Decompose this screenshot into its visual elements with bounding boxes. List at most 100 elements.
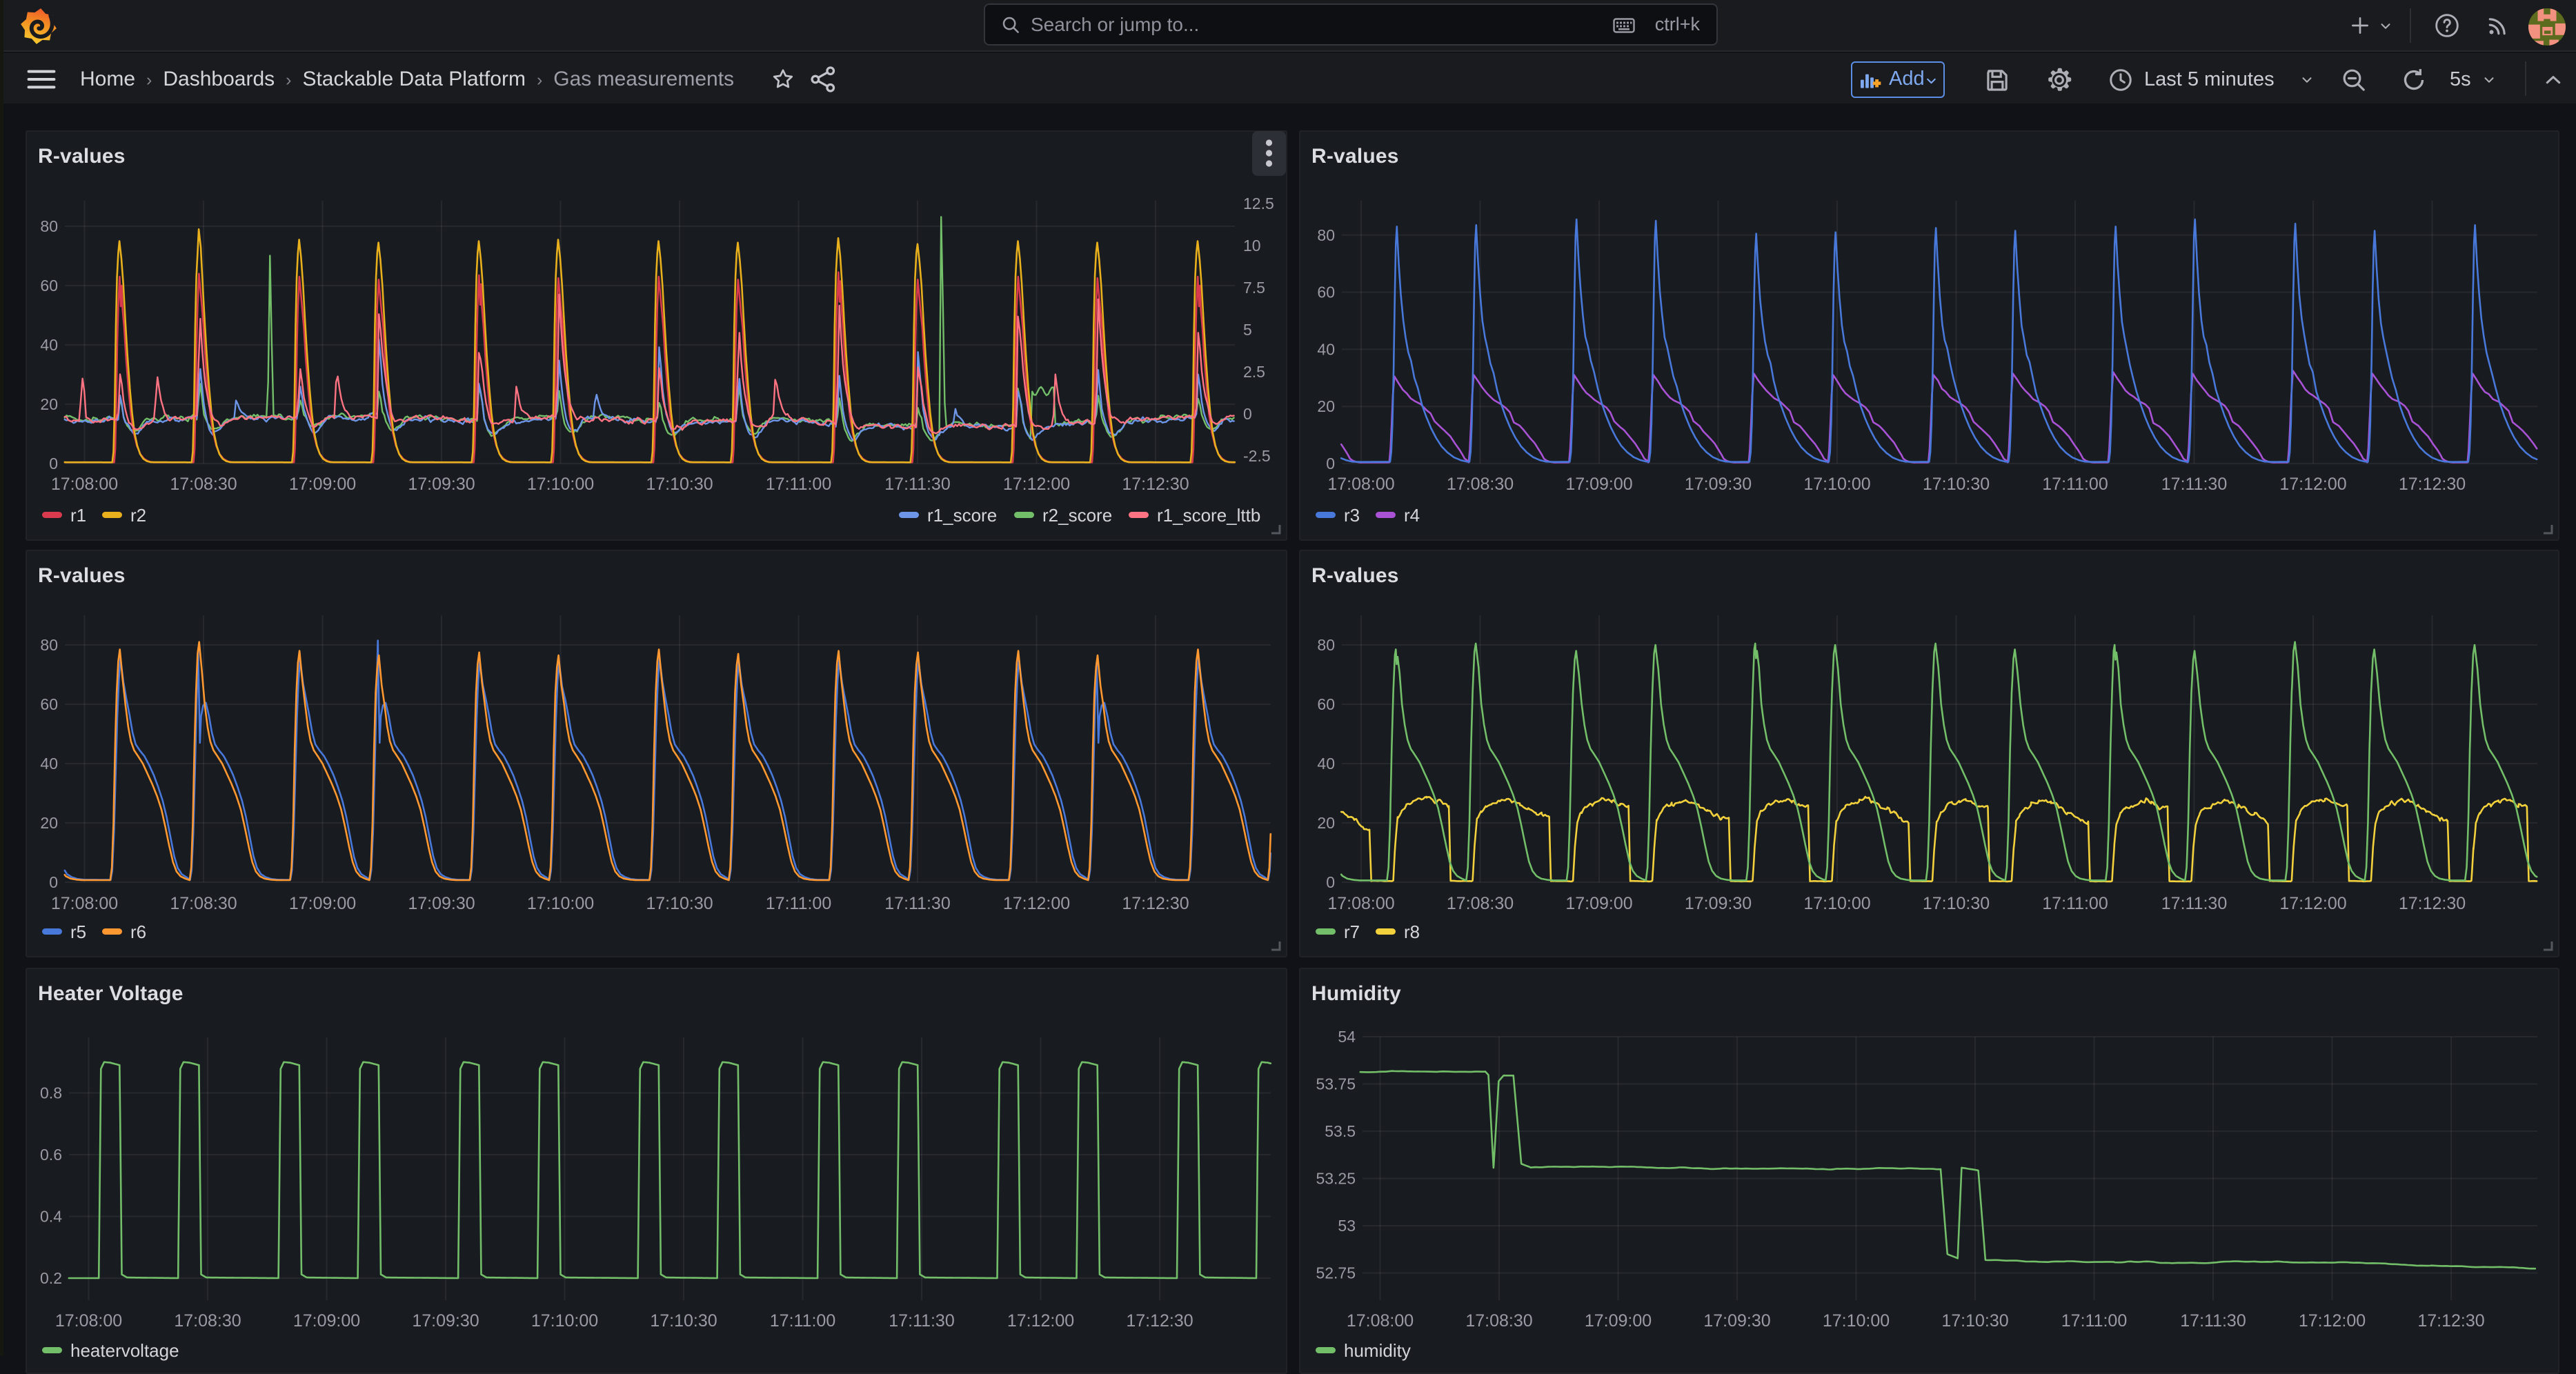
svg-text:17:12:00: 17:12:00 bbox=[2299, 1311, 2366, 1331]
svg-text:17:08:30: 17:08:30 bbox=[1447, 475, 1514, 494]
svg-text:0: 0 bbox=[1243, 405, 1252, 423]
svg-text:54: 54 bbox=[1338, 1028, 1356, 1046]
svg-text:r4: r4 bbox=[1404, 505, 1420, 526]
svg-text:5: 5 bbox=[1243, 321, 1252, 339]
svg-text:17:12:30: 17:12:30 bbox=[2399, 475, 2466, 494]
svg-text:17:10:30: 17:10:30 bbox=[1923, 894, 1990, 913]
svg-text:17:10:30: 17:10:30 bbox=[646, 894, 713, 913]
svg-text:17:08:00: 17:08:00 bbox=[1347, 1311, 1414, 1331]
svg-text:17:12:30: 17:12:30 bbox=[1126, 1311, 1193, 1331]
svg-text:17:12:30: 17:12:30 bbox=[1122, 894, 1189, 913]
svg-text:17:10:30: 17:10:30 bbox=[650, 1311, 717, 1331]
svg-text:17:09:30: 17:09:30 bbox=[412, 1311, 479, 1331]
svg-text:-2.5: -2.5 bbox=[1243, 447, 1271, 465]
svg-text:17:09:30: 17:09:30 bbox=[1703, 1311, 1770, 1331]
svg-text:53.75: 53.75 bbox=[1316, 1075, 1356, 1093]
svg-text:r7: r7 bbox=[1344, 922, 1360, 942]
svg-text:17:09:30: 17:09:30 bbox=[1685, 475, 1752, 494]
svg-text:humidity: humidity bbox=[1344, 1340, 1411, 1361]
svg-text:17:10:30: 17:10:30 bbox=[646, 475, 713, 494]
svg-text:40: 40 bbox=[1317, 755, 1335, 773]
svg-text:17:09:30: 17:09:30 bbox=[408, 475, 475, 494]
svg-text:r1: r1 bbox=[70, 505, 86, 526]
svg-text:r5: r5 bbox=[70, 922, 86, 942]
svg-text:17:11:00: 17:11:00 bbox=[2042, 475, 2108, 494]
svg-text:40: 40 bbox=[1317, 340, 1335, 358]
svg-text:0: 0 bbox=[49, 455, 58, 472]
svg-text:0.4: 0.4 bbox=[40, 1208, 62, 1226]
svg-text:12.5: 12.5 bbox=[1243, 195, 1274, 212]
svg-text:17:12:30: 17:12:30 bbox=[2399, 894, 2466, 913]
svg-text:17:08:00: 17:08:00 bbox=[51, 894, 118, 913]
svg-text:17:10:30: 17:10:30 bbox=[1941, 1311, 2008, 1331]
svg-text:0: 0 bbox=[1326, 455, 1335, 472]
svg-text:52.75: 52.75 bbox=[1316, 1264, 1356, 1282]
svg-text:17:11:30: 17:11:30 bbox=[889, 1311, 954, 1331]
svg-text:20: 20 bbox=[1317, 814, 1335, 832]
svg-text:17:08:00: 17:08:00 bbox=[1327, 894, 1394, 913]
svg-text:17:08:30: 17:08:30 bbox=[170, 894, 237, 913]
svg-text:17:12:00: 17:12:00 bbox=[1007, 1311, 1074, 1331]
svg-text:53: 53 bbox=[1338, 1217, 1356, 1235]
svg-text:2.5: 2.5 bbox=[1243, 363, 1265, 381]
svg-text:17:09:30: 17:09:30 bbox=[1685, 894, 1752, 913]
svg-text:17:08:00: 17:08:00 bbox=[55, 1311, 122, 1331]
svg-text:20: 20 bbox=[40, 814, 58, 832]
svg-text:0: 0 bbox=[49, 873, 58, 891]
svg-text:20: 20 bbox=[1317, 397, 1335, 415]
svg-text:80: 80 bbox=[40, 636, 58, 654]
svg-text:40: 40 bbox=[40, 755, 58, 773]
svg-text:17:12:00: 17:12:00 bbox=[1003, 894, 1070, 913]
svg-text:17:08:00: 17:08:00 bbox=[1327, 475, 1394, 494]
svg-text:17:09:00: 17:09:00 bbox=[289, 475, 356, 494]
svg-text:17:10:00: 17:10:00 bbox=[1803, 475, 1870, 494]
svg-text:17:11:30: 17:11:30 bbox=[2161, 894, 2227, 913]
svg-text:7.5: 7.5 bbox=[1243, 279, 1265, 297]
svg-text:r2: r2 bbox=[130, 505, 146, 526]
svg-text:60: 60 bbox=[40, 277, 58, 295]
svg-text:0: 0 bbox=[1326, 873, 1335, 891]
svg-text:17:11:00: 17:11:00 bbox=[2061, 1311, 2127, 1331]
svg-text:17:10:30: 17:10:30 bbox=[1923, 475, 1990, 494]
svg-text:r8: r8 bbox=[1404, 922, 1420, 942]
svg-text:17:11:30: 17:11:30 bbox=[884, 475, 950, 494]
svg-text:17:11:30: 17:11:30 bbox=[2161, 475, 2227, 494]
svg-text:80: 80 bbox=[1317, 636, 1335, 654]
svg-text:17:09:00: 17:09:00 bbox=[1565, 475, 1632, 494]
svg-text:17:09:00: 17:09:00 bbox=[289, 894, 356, 913]
svg-text:0.2: 0.2 bbox=[40, 1269, 62, 1287]
svg-text:80: 80 bbox=[1317, 226, 1335, 244]
svg-text:53.5: 53.5 bbox=[1325, 1122, 1356, 1140]
svg-text:r6: r6 bbox=[130, 922, 146, 942]
svg-text:17:12:30: 17:12:30 bbox=[2417, 1311, 2484, 1331]
svg-text:0.8: 0.8 bbox=[40, 1084, 62, 1102]
svg-text:17:11:00: 17:11:00 bbox=[766, 475, 831, 494]
svg-text:40: 40 bbox=[40, 336, 58, 354]
svg-text:17:10:00: 17:10:00 bbox=[1823, 1311, 1890, 1331]
svg-text:17:12:00: 17:12:00 bbox=[1003, 475, 1070, 494]
svg-text:20: 20 bbox=[40, 395, 58, 413]
svg-text:17:10:00: 17:10:00 bbox=[1803, 894, 1870, 913]
svg-text:17:10:00: 17:10:00 bbox=[527, 475, 594, 494]
svg-text:17:11:30: 17:11:30 bbox=[2180, 1311, 2246, 1331]
svg-text:r1_score_lttb: r1_score_lttb bbox=[1157, 505, 1260, 526]
svg-text:17:09:00: 17:09:00 bbox=[1585, 1311, 1652, 1331]
svg-text:17:11:30: 17:11:30 bbox=[884, 894, 950, 913]
svg-text:17:10:00: 17:10:00 bbox=[531, 1311, 598, 1331]
svg-text:60: 60 bbox=[1317, 283, 1335, 301]
svg-text:17:11:00: 17:11:00 bbox=[770, 1311, 835, 1331]
svg-text:60: 60 bbox=[40, 695, 58, 713]
svg-text:0.6: 0.6 bbox=[40, 1146, 62, 1164]
svg-text:17:09:00: 17:09:00 bbox=[1565, 894, 1632, 913]
svg-text:17:08:30: 17:08:30 bbox=[170, 475, 237, 494]
svg-text:17:12:00: 17:12:00 bbox=[2279, 894, 2346, 913]
svg-text:17:08:30: 17:08:30 bbox=[1447, 894, 1514, 913]
svg-text:r3: r3 bbox=[1344, 505, 1360, 526]
svg-text:17:08:00: 17:08:00 bbox=[51, 475, 118, 494]
svg-text:17:10:00: 17:10:00 bbox=[527, 894, 594, 913]
svg-text:80: 80 bbox=[40, 217, 58, 235]
svg-text:10: 10 bbox=[1243, 237, 1261, 255]
svg-text:53.25: 53.25 bbox=[1316, 1170, 1356, 1188]
svg-text:17:11:00: 17:11:00 bbox=[766, 894, 831, 913]
svg-text:r2_score: r2_score bbox=[1042, 505, 1112, 526]
